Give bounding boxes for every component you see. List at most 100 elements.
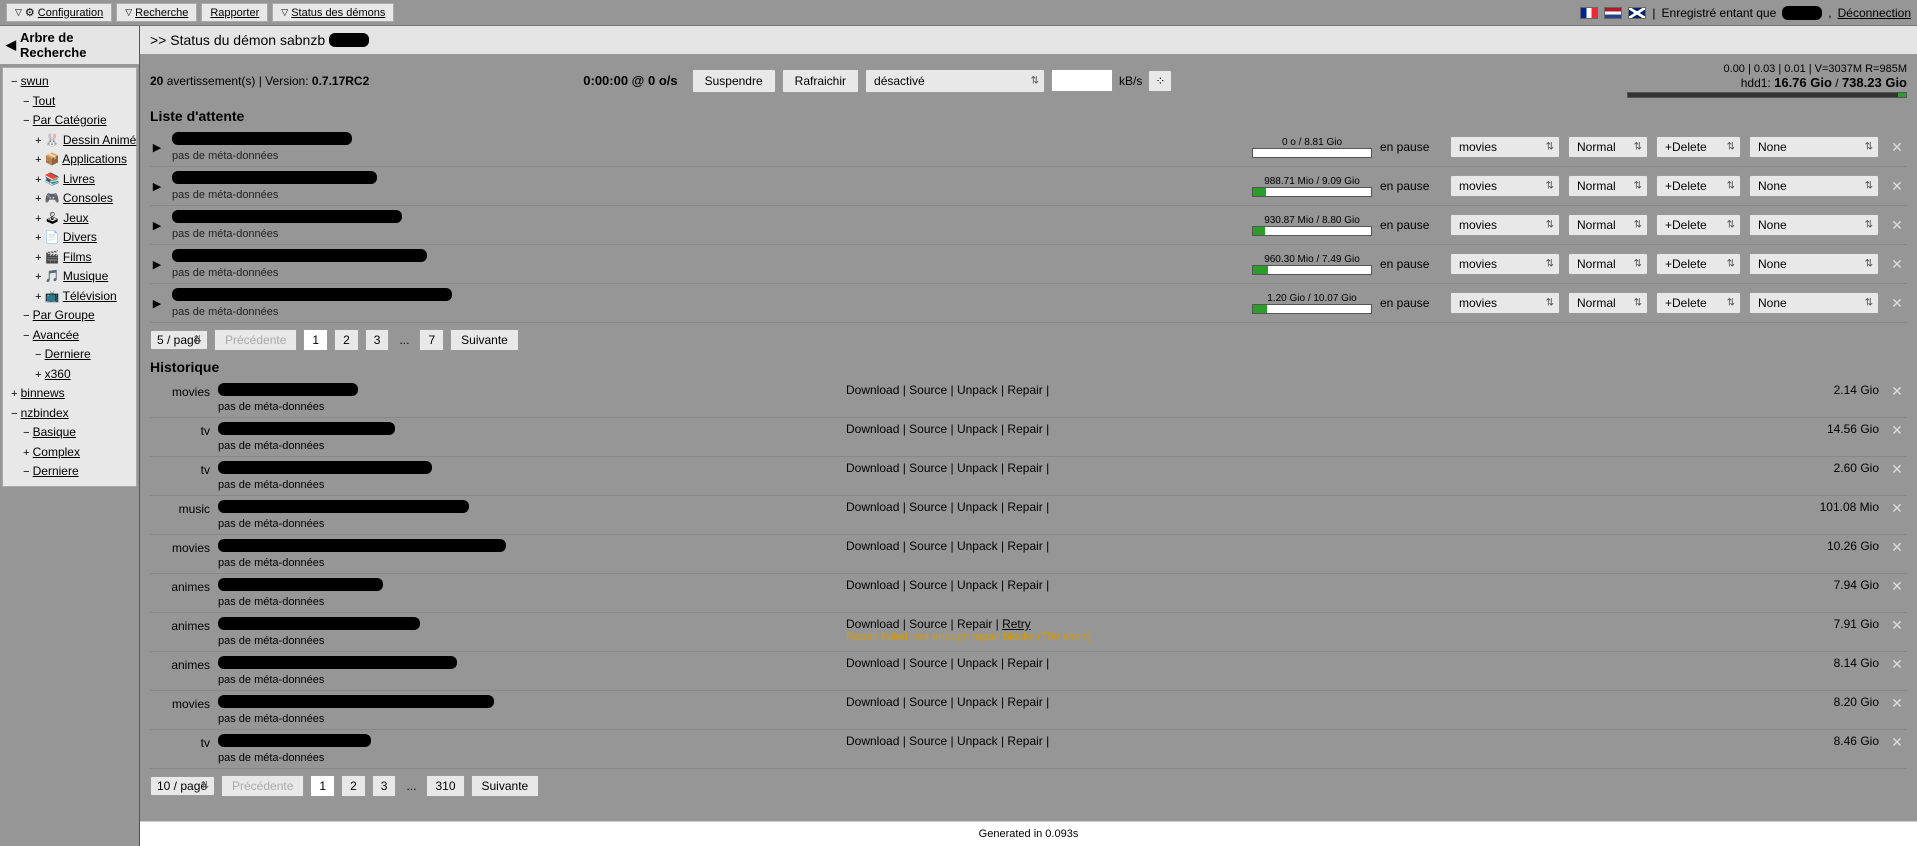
tree-toggle[interactable]: + xyxy=(35,175,42,187)
tree-toggle[interactable]: − xyxy=(23,97,30,109)
queue-next[interactable]: Suivante xyxy=(450,329,519,351)
tree-consoles[interactable]: Consoles xyxy=(63,191,113,205)
flag-nl-icon[interactable] xyxy=(1604,7,1622,19)
tree-par-grp[interactable]: Par Groupe xyxy=(33,308,95,322)
tree-toggle[interactable]: − xyxy=(23,428,30,440)
refresh-button[interactable]: Rafraichir xyxy=(782,69,859,93)
queue-page-1[interactable]: 1 xyxy=(303,329,328,351)
tree-toggle[interactable]: + xyxy=(35,194,42,206)
queue-delete-icon[interactable]: ✕ xyxy=(1887,217,1907,234)
queue-category-select[interactable]: movies xyxy=(1450,175,1560,197)
tree-toggle[interactable]: − xyxy=(23,311,30,323)
history-delete-icon[interactable]: ✕ xyxy=(1887,539,1907,556)
history-delete-icon[interactable]: ✕ xyxy=(1887,422,1907,439)
tree-basique[interactable]: Basique xyxy=(33,425,76,439)
flag-fr-icon[interactable] xyxy=(1580,7,1598,19)
tree-derniere2[interactable]: Derniere xyxy=(33,464,79,478)
resume-icon[interactable]: ▶ xyxy=(150,297,164,310)
report-button[interactable]: Rapporter xyxy=(201,3,268,22)
queue-delete-icon[interactable]: ✕ xyxy=(1887,256,1907,273)
tree-par-cat[interactable]: Par Catégorie xyxy=(33,113,107,127)
queue-category-select[interactable]: movies xyxy=(1450,214,1560,236)
history-page-3[interactable]: 3 xyxy=(372,775,397,797)
queue-pp-select[interactable]: +Delete xyxy=(1656,292,1741,314)
resume-icon[interactable]: ▶ xyxy=(150,141,164,154)
state-select[interactable]: désactivé xyxy=(865,69,1045,93)
queue-priority-select[interactable]: Normal xyxy=(1568,292,1648,314)
resume-icon[interactable]: ▶ xyxy=(150,180,164,193)
history-delete-icon[interactable]: ✕ xyxy=(1887,695,1907,712)
tree-jeux[interactable]: Jeux xyxy=(63,211,88,225)
history-prev[interactable]: Précédente xyxy=(221,775,304,797)
history-delete-icon[interactable]: ✕ xyxy=(1887,617,1907,634)
queue-script-select[interactable]: None xyxy=(1749,214,1879,236)
queue-priority-select[interactable]: Normal xyxy=(1568,253,1648,275)
tree-nzbindex[interactable]: nzbindex xyxy=(21,406,69,420)
history-delete-icon[interactable]: ✕ xyxy=(1887,656,1907,673)
queue-priority-select[interactable]: Normal xyxy=(1568,136,1648,158)
daemons-menu[interactable]: ▽ Status des démons xyxy=(272,3,394,22)
config-menu[interactable]: ▽ ⚙ Configuration xyxy=(6,3,112,22)
tree-livres[interactable]: Livres xyxy=(63,172,95,186)
tree-divers[interactable]: Divers xyxy=(63,230,97,244)
retry-link[interactable]: Retry xyxy=(1002,617,1031,631)
tree-derniere[interactable]: Derniere xyxy=(45,347,91,361)
queue-pp-select[interactable]: +Delete xyxy=(1656,136,1741,158)
queue-delete-icon[interactable]: ✕ xyxy=(1887,139,1907,156)
queue-delete-icon[interactable]: ✕ xyxy=(1887,295,1907,312)
daemons-link[interactable]: Status des démons xyxy=(291,7,385,19)
config-link[interactable]: Configuration xyxy=(38,7,103,19)
tree-x360[interactable]: x360 xyxy=(45,367,71,381)
search-menu[interactable]: ▽ Recherche xyxy=(116,3,197,22)
speed-input[interactable] xyxy=(1051,69,1113,92)
queue-pp-select[interactable]: +Delete xyxy=(1656,214,1741,236)
tree-swun[interactable]: swun xyxy=(21,74,49,88)
tree-toggle[interactable]: + xyxy=(35,136,42,148)
history-page-1[interactable]: 1 xyxy=(310,775,335,797)
search-link[interactable]: Recherche xyxy=(135,7,188,19)
tree-toggle[interactable]: − xyxy=(23,116,30,128)
tree-toggle[interactable]: + xyxy=(35,214,42,226)
queue-script-select[interactable]: None xyxy=(1749,175,1879,197)
tree-binnews[interactable]: binnews xyxy=(21,386,65,400)
history-delete-icon[interactable]: ✕ xyxy=(1887,500,1907,517)
tree-musique[interactable]: Musique xyxy=(63,269,108,283)
queue-page-3[interactable]: 3 xyxy=(365,329,390,351)
queue-priority-select[interactable]: Normal xyxy=(1568,214,1648,236)
queue-pp-select[interactable]: +Delete xyxy=(1656,253,1741,275)
queue-script-select[interactable]: None xyxy=(1749,136,1879,158)
history-page-310[interactable]: 310 xyxy=(426,775,464,797)
tree-toggle[interactable]: − xyxy=(23,331,30,343)
history-delete-icon[interactable]: ✕ xyxy=(1887,578,1907,595)
queue-page-2[interactable]: 2 xyxy=(334,329,359,351)
tree-toggle[interactable]: + xyxy=(35,155,42,167)
queue-category-select[interactable]: movies xyxy=(1450,253,1560,275)
queue-delete-icon[interactable]: ✕ xyxy=(1887,178,1907,195)
queue-per-page[interactable]: 5 / page xyxy=(150,330,208,350)
history-delete-icon[interactable]: ✕ xyxy=(1887,734,1907,751)
history-per-page[interactable]: 10 / page xyxy=(150,776,215,796)
resume-icon[interactable]: ▶ xyxy=(150,258,164,271)
back-icon[interactable]: ◀ xyxy=(6,37,16,53)
tree-toggle[interactable]: + xyxy=(23,448,30,460)
tree-toggle[interactable]: + xyxy=(35,233,42,245)
tree-toggle[interactable]: − xyxy=(35,350,42,362)
queue-category-select[interactable]: movies xyxy=(1450,292,1560,314)
tree-apps[interactable]: Applications xyxy=(62,152,127,166)
tree-tout[interactable]: Tout xyxy=(33,94,56,108)
history-delete-icon[interactable]: ✕ xyxy=(1887,383,1907,400)
tree-toggle[interactable]: − xyxy=(11,409,18,421)
queue-category-select[interactable]: movies xyxy=(1450,136,1560,158)
tree-toggle[interactable]: + xyxy=(11,389,18,401)
suspend-button[interactable]: Suspendre xyxy=(692,69,776,93)
tree-complex[interactable]: Complex xyxy=(33,445,80,459)
queue-prev[interactable]: Précédente xyxy=(214,329,297,351)
tree-dessin[interactable]: Dessin Animé xyxy=(63,133,136,147)
tree-toggle[interactable]: + xyxy=(35,253,42,265)
history-delete-icon[interactable]: ✕ xyxy=(1887,461,1907,478)
history-page-2[interactable]: 2 xyxy=(341,775,366,797)
queue-script-select[interactable]: None xyxy=(1749,292,1879,314)
tree-tv[interactable]: Télévision xyxy=(63,289,117,303)
tree-avancee[interactable]: Avancée xyxy=(33,328,79,342)
queue-script-select[interactable]: None xyxy=(1749,253,1879,275)
